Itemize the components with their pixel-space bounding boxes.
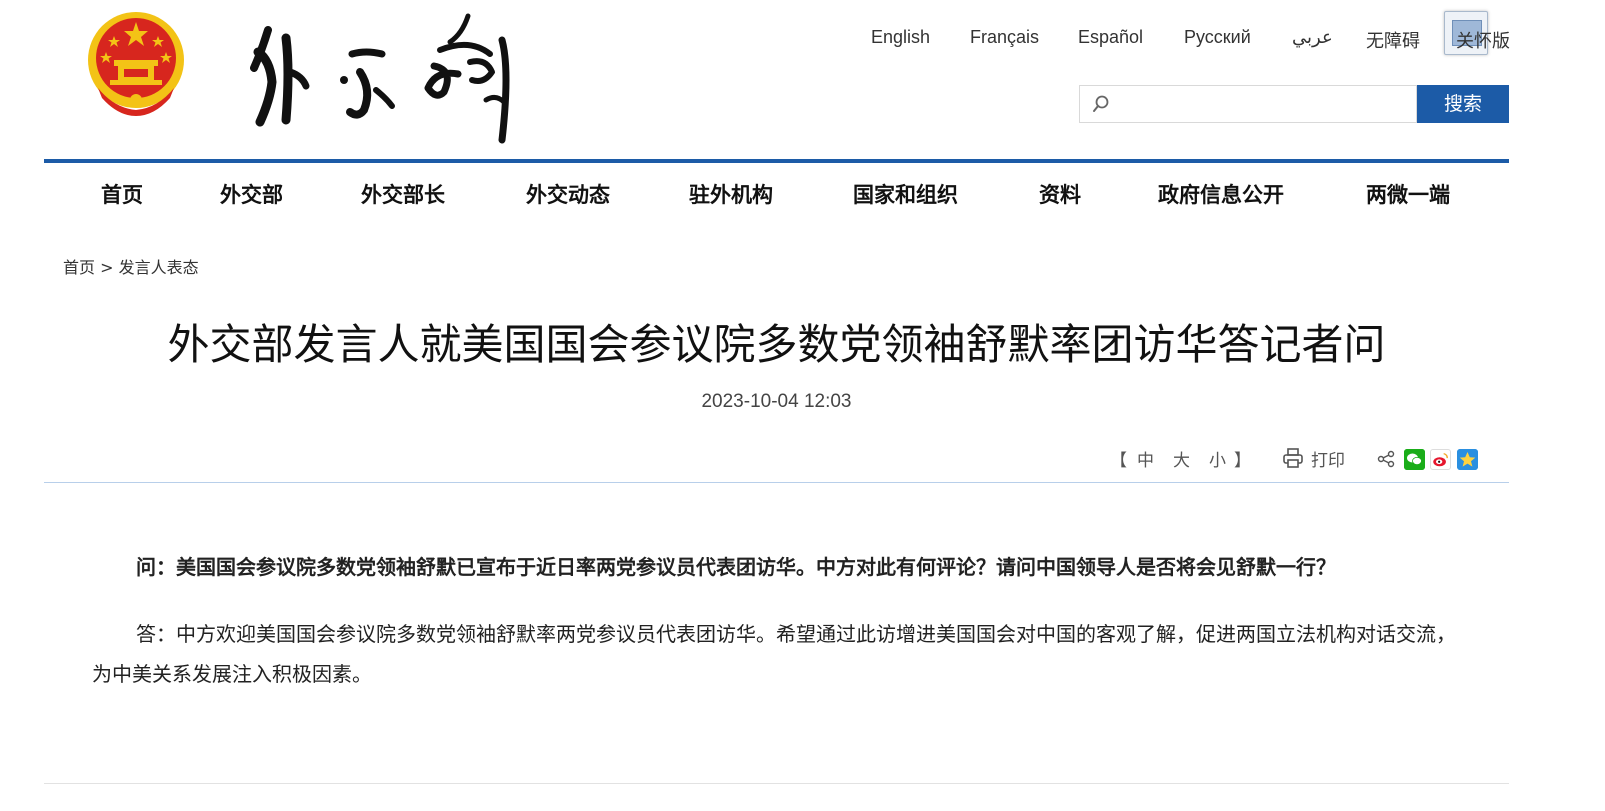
search-icon (1093, 95, 1109, 112)
font-size-medium[interactable]: 中 (1137, 446, 1154, 471)
print-link[interactable]: 打印 (1311, 446, 1345, 471)
nav-item-ministry[interactable]: 外交部 (220, 179, 283, 209)
search-input[interactable] (1118, 92, 1408, 118)
font-size-large[interactable]: 大 (1173, 446, 1190, 471)
care-mode-link[interactable]: 关怀版 (1456, 27, 1510, 53)
breadcrumb-current[interactable]: 发言人表态 (119, 258, 199, 277)
qzone-icon[interactable] (1457, 449, 1478, 470)
accessibility-link[interactable]: 无障碍 (1366, 27, 1420, 53)
nav-item-news[interactable]: 外交动态 (526, 179, 610, 209)
article-answer: 答：中方欢迎美国国会参议院多数党领袖舒默率两党参议员代表团访华。希望通过此访增进… (92, 622, 1456, 686)
lang-french[interactable]: Français (970, 27, 1039, 48)
wechat-icon[interactable] (1404, 449, 1425, 470)
ministry-calligraphy-logo[interactable] (240, 10, 530, 146)
breadcrumb: 首页 > 发言人表态 (63, 254, 199, 278)
font-size-small[interactable]: 小 (1209, 446, 1226, 471)
nav-item-media[interactable]: 两微一端 (1366, 179, 1450, 209)
share-icon[interactable] (1377, 450, 1395, 468)
search-button[interactable]: 搜索 (1417, 85, 1509, 123)
footer-divider (44, 783, 1509, 784)
search-box (1079, 85, 1417, 123)
lang-arabic[interactable]: عربي (1292, 27, 1333, 48)
lang-english[interactable]: English (871, 27, 930, 48)
nav-item-home[interactable]: 首页 (101, 179, 143, 209)
breadcrumb-separator: > (100, 258, 114, 277)
article-question: 问：美国国会参议院多数党领袖舒默已宣布于近日率两党参议员代表团访华。中方对此有何… (136, 555, 1336, 579)
publish-date: 2023-10-04 12:03 (701, 391, 852, 412)
lang-spanish[interactable]: Español (1078, 27, 1143, 48)
content-divider (44, 482, 1509, 483)
nav-item-missions[interactable]: 驻外机构 (689, 179, 773, 209)
print-icon[interactable] (1282, 447, 1304, 469)
nav-item-minister[interactable]: 外交部长 (361, 179, 445, 209)
nav-item-resources[interactable]: 资料 (1039, 179, 1081, 209)
main-nav: 首页 外交部 外交部长 外交动态 驻外机构 国家和组织 资料 政府信息公开 两微… (44, 163, 1509, 225)
nav-item-gov-info[interactable]: 政府信息公开 (1158, 179, 1284, 209)
font-size-bracket-close: 】 (1234, 451, 1251, 471)
lang-russian[interactable]: Русский (1184, 27, 1251, 48)
breadcrumb-home[interactable]: 首页 (63, 258, 95, 277)
page-title: 外交部发言人就美国国会参议院多数党领袖舒默率团访华答记者问 (167, 320, 1386, 369)
weibo-icon[interactable] (1430, 449, 1451, 470)
national-emblem-icon[interactable] (84, 8, 188, 116)
nav-item-countries[interactable]: 国家和组织 (853, 179, 958, 209)
font-size-bracket-open: 【 (1110, 451, 1127, 471)
